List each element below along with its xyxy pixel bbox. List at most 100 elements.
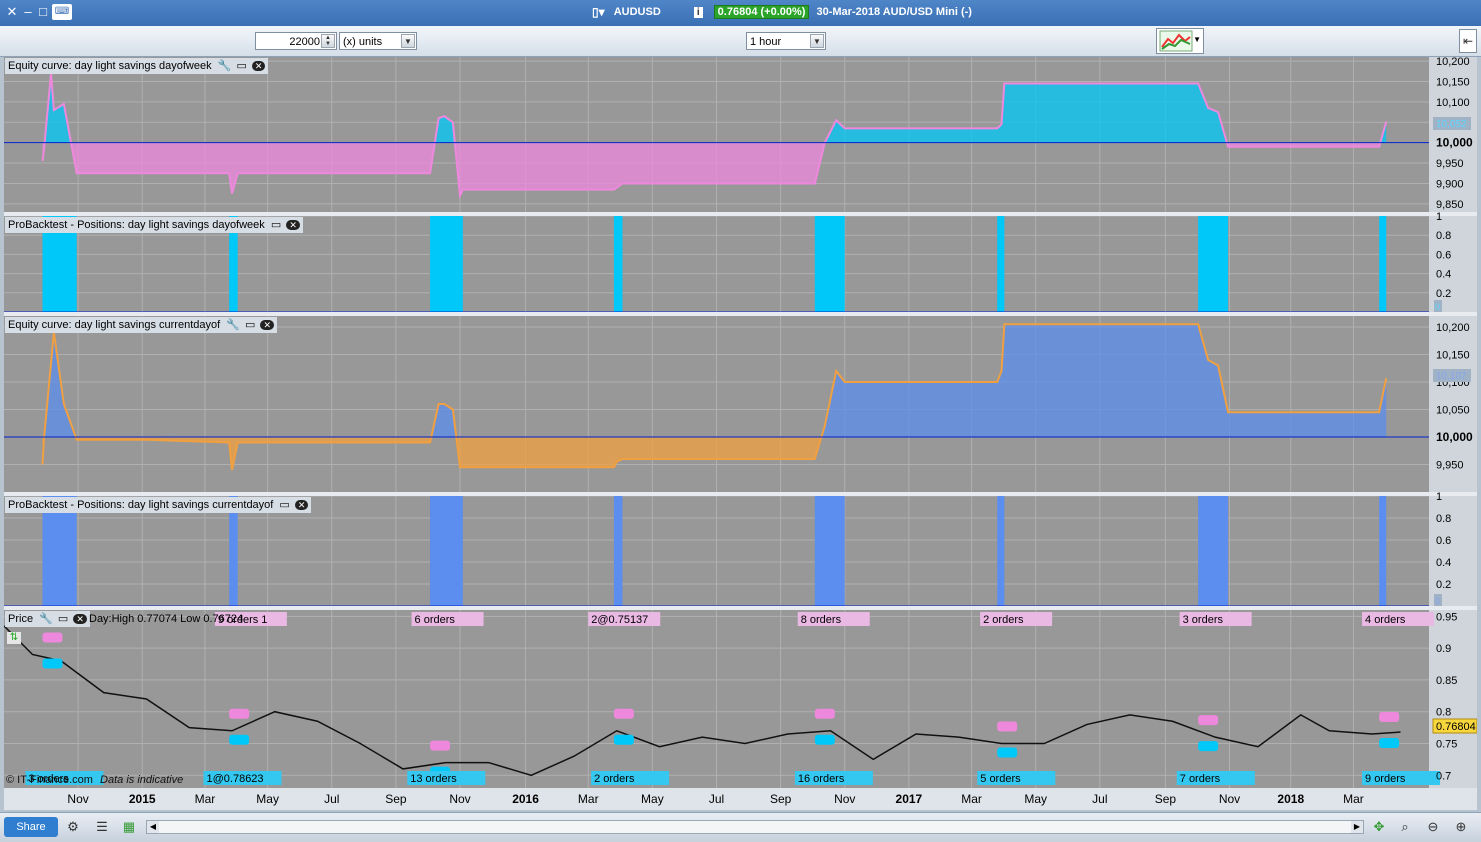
window-icon[interactable]: ▭	[271, 219, 281, 231]
x-tick-label: Mar	[578, 792, 599, 806]
units-select[interactable]: (x) units ▼	[339, 32, 417, 50]
panel-separator	[4, 492, 1477, 496]
pos2-current-value: 0	[1435, 596, 1440, 606]
x-tick-label: Jul	[1092, 792, 1107, 806]
equity2-title[interactable]: Equity curve: day light savings currentd…	[5, 317, 278, 333]
buy-marker	[997, 747, 1018, 758]
pos1-title-text: ProBacktest - Positions: day light savin…	[8, 219, 265, 231]
price-title-text: Price	[8, 613, 34, 625]
close-icon[interactable]: ✕	[251, 61, 266, 71]
x-tick-label: Sep	[1155, 792, 1177, 806]
chart-toolbar: 22000 ▲ ▼ (x) units ▼ 1 hour ▼ ▼ ⇤	[0, 26, 1481, 57]
buy-marker	[613, 734, 634, 745]
equity1-title[interactable]: Equity curve: day light savings dayofwee…	[5, 58, 269, 74]
sell-marker	[613, 708, 634, 719]
charts-canvas: 9 orders 16 orders 2@0.75137 8 orders 2 ord…	[4, 57, 1477, 810]
x-tick-label: Nov	[1219, 792, 1240, 806]
y-tick-label: 1	[1436, 211, 1442, 223]
sell-marker	[1379, 711, 1400, 722]
timeframe-value: 1 hour	[750, 36, 782, 48]
chevron-down-icon[interactable]: ▼	[810, 34, 824, 48]
pos1-current-value: 0	[1435, 302, 1440, 312]
pos2-position-bar	[997, 496, 1005, 606]
order-label-bottom: 9 orders	[1365, 773, 1406, 785]
y-tick-label: 10,150	[1436, 350, 1470, 362]
sell-marker	[1198, 715, 1219, 726]
panel-separator	[4, 212, 1477, 216]
pos2-title[interactable]: ProBacktest - Positions: day light savin…	[5, 497, 312, 513]
maximize-icon[interactable]: □	[35, 4, 51, 20]
order-label-top: 6 orders	[415, 614, 456, 626]
close-icon[interactable]: ✕	[294, 500, 309, 510]
scroll-right-icon[interactable]: ▶	[1351, 821, 1363, 833]
order-label-bottom: 16 orders	[798, 773, 845, 785]
quantity-input[interactable]: 22000 ▲ ▼	[255, 32, 337, 50]
price-yaxis[interactable]	[1429, 610, 1477, 788]
side-panel-toggle-icon[interactable]: ⇤	[1459, 29, 1477, 53]
x-tick-label: 2018	[1277, 792, 1304, 806]
sell-marker	[814, 708, 835, 719]
buy-marker	[1379, 737, 1400, 748]
share-button[interactable]: Share	[4, 817, 58, 837]
close-icon[interactable]: ✕	[286, 220, 300, 230]
y-tick-label: 0.9	[1436, 643, 1451, 655]
keyboard-icon[interactable]: ⌨	[52, 4, 72, 20]
x-tick-label: Sep	[770, 792, 792, 806]
indicators-icon[interactable]: ⚙	[64, 818, 82, 836]
units-value: (x) units	[343, 36, 383, 48]
y-tick-label: 0.4	[1436, 557, 1451, 569]
window-icon[interactable]: ▭	[58, 613, 68, 625]
chevron-down-icon[interactable]: ▼	[401, 34, 415, 48]
wrench-icon[interactable]: 🔧	[39, 613, 53, 625]
x-tick-label: Nov	[67, 792, 88, 806]
pos2-position-bar	[1198, 496, 1229, 606]
y-tick-label: 0.75	[1436, 739, 1457, 751]
instrument-switch-icon[interactable]: ▯▾	[592, 5, 605, 19]
zoom-box-icon[interactable]: ⌕	[1396, 818, 1414, 836]
price-title[interactable]: Price 🔧 ▭ ✕	[5, 611, 90, 627]
list-icon[interactable]: ☰	[93, 818, 111, 836]
order-label-top: 8 orders	[801, 614, 842, 626]
chart-style-icon	[1159, 30, 1193, 52]
window-icon[interactable]: ▭	[245, 319, 255, 331]
x-tick-label: Nov	[449, 792, 470, 806]
scroll-left-icon[interactable]: ◀	[147, 821, 159, 833]
close-icon[interactable]: ✕	[4, 4, 20, 20]
time-axis[interactable]	[4, 788, 1477, 810]
window-icon[interactable]: ▭	[236, 60, 246, 72]
close-icon[interactable]: ✕	[260, 320, 275, 330]
instrument-name[interactable]: AUDUSD	[614, 6, 661, 18]
bottom-bar: Share ⚙ ☰ ▦ ◀ ▶ ✥ ⌕ ⊖ ⊕	[0, 812, 1481, 842]
zoom-out-icon[interactable]: ⊖	[1424, 818, 1442, 836]
equity2-title-text: Equity curve: day light savings currentd…	[8, 319, 221, 331]
table-icon[interactable]: ▦	[120, 818, 138, 836]
order-label-bottom: 1@0.78623	[207, 773, 264, 785]
share-label: Share	[16, 821, 46, 833]
pos1-title[interactable]: ProBacktest - Positions: day light savin…	[5, 217, 303, 233]
pan-icon[interactable]: ✥	[1370, 818, 1388, 836]
info-icon[interactable]: i	[693, 6, 703, 18]
chart-style-button[interactable]: ▼	[1156, 28, 1204, 54]
watermark-text: © IT-Finance.com	[6, 774, 93, 786]
panel-separator	[4, 312, 1477, 316]
y-tick-label: 0.8	[1436, 707, 1451, 719]
quantity-stepper[interactable]: ▲ ▼	[321, 34, 335, 48]
timeframe-select[interactable]: 1 hour ▼	[746, 32, 826, 50]
refresh-icon[interactable]: ⇅	[7, 632, 21, 644]
window-title: ▯▾ AUDUSD i 0.76804 (+0.00%) 30-Mar-2018…	[592, 5, 972, 21]
minimize-icon[interactable]: –	[20, 4, 36, 20]
y-tick-label: 0.6	[1436, 249, 1451, 261]
order-label-top: 4 orders	[1365, 614, 1406, 626]
wrench-icon[interactable]: 🔧	[218, 60, 232, 72]
zoom-in-icon[interactable]: ⊕	[1452, 818, 1470, 836]
instrument-date-info: 30-Mar-2018 AUD/USD Mini (-)	[816, 6, 972, 18]
equity1-title-text: Equity curve: day light savings dayofwee…	[8, 60, 212, 72]
wrench-icon[interactable]: 🔧	[226, 319, 240, 331]
horizontal-scrollbar[interactable]: ◀ ▶	[146, 820, 1364, 834]
window-icon[interactable]: ▭	[279, 499, 289, 511]
chevron-down-icon[interactable]: ▼	[1193, 35, 1201, 44]
order-label-top: 2 orders	[983, 614, 1024, 626]
pos2-position-bar	[1379, 496, 1387, 606]
sell-marker	[997, 721, 1018, 732]
close-icon[interactable]: ✕	[73, 614, 87, 624]
